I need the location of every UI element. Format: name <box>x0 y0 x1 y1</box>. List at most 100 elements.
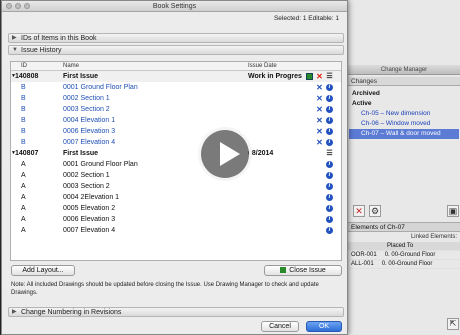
info-icon[interactable]: i <box>326 205 333 212</box>
issue-menu-icon[interactable]: ☰ <box>326 73 333 80</box>
issue-row[interactable]: ▼ 140808 First Issue Work in Progres ✕ ☰ <box>11 71 341 82</box>
placed-to-value: 0. 00-Ground Floor <box>381 261 433 267</box>
info-icon[interactable]: i <box>326 227 333 234</box>
close-issue-button[interactable]: Close Issue <box>264 265 342 276</box>
remove-issue-icon[interactable]: ✕ <box>316 73 323 81</box>
issue-menu-icon[interactable]: ☰ <box>326 150 333 157</box>
header-id[interactable]: ID <box>21 62 27 71</box>
video-play-icon[interactable] <box>198 127 252 181</box>
info-icon[interactable]: i <box>326 84 333 91</box>
row-id: A <box>21 216 26 223</box>
section-ids-of-items[interactable]: ▶ IDs of Items in this Book <box>8 33 344 43</box>
close-issue-label: Close Issue <box>289 267 326 274</box>
remove-item-icon[interactable]: ✕ <box>316 117 323 125</box>
row-id: A <box>21 161 26 168</box>
change-manager-title: Change Manager <box>347 65 460 75</box>
ok-button[interactable]: OK <box>306 321 342 332</box>
header-name[interactable]: Name <box>63 62 79 71</box>
row-name: 0004 2Elevation 1 <box>63 194 120 201</box>
issue-status-icon <box>280 267 287 273</box>
table-row[interactable]: B 0004 Elevation 1 ✕ i <box>11 115 341 126</box>
placed-row[interactable]: ALL-001 0. 00-Ground Floor <box>347 260 460 269</box>
row-id: B <box>21 117 26 124</box>
row-name: 0003 Section 2 <box>63 183 110 190</box>
row-name: 0004 Elevation 1 <box>63 117 116 124</box>
zoom-window-icon[interactable] <box>24 3 30 9</box>
element-id: OOR-001 <box>351 252 377 258</box>
section-label: IDs of Items in this Book <box>21 35 97 42</box>
table-row[interactable]: A 0002 Section 1 i <box>11 170 341 181</box>
section-change-numbering[interactable]: ▶ Change Numbering in Revisions <box>8 307 344 317</box>
row-name: First Issue <box>63 73 99 80</box>
settings-icon[interactable]: ⚙ <box>369 205 381 217</box>
table-row[interactable]: A 0006 Elevation 3 i <box>11 214 341 225</box>
window-title: Book Settings <box>152 3 197 10</box>
info-icon[interactable]: i <box>326 139 333 146</box>
remove-item-icon[interactable]: ✕ <box>316 106 323 114</box>
row-name: 0007 Elevation 4 <box>63 227 116 234</box>
table-row[interactable]: A 0007 Elevation 4 i <box>11 225 341 236</box>
panel-options-icon[interactable]: ▣ <box>447 205 459 217</box>
row-name: 0002 Section 1 <box>63 95 110 102</box>
remove-item-icon[interactable]: ✕ <box>316 139 323 147</box>
table-row[interactable]: B 0002 Section 1 ✕ i <box>11 93 341 104</box>
placed-to-table: Placed To OOR-001 0. 00-Ground Floor ALL-00… <box>347 242 460 269</box>
section-label: Issue History <box>21 47 62 54</box>
row-id: A <box>21 194 26 201</box>
table-row[interactable]: A 0003 Section 2 i <box>11 181 341 192</box>
row-name: 0006 Elevation 3 <box>63 216 116 223</box>
row-name: 0001 Ground Floor Plan <box>63 84 138 91</box>
header-issue-date[interactable]: Issue Date <box>248 62 277 71</box>
minimize-window-icon[interactable] <box>15 3 21 9</box>
table-row[interactable]: B 0001 Ground Floor Plan ✕ i <box>11 82 341 93</box>
element-id: ALL-001 <box>351 261 374 267</box>
info-icon[interactable]: i <box>326 161 333 168</box>
info-icon[interactable]: i <box>326 117 333 124</box>
info-icon[interactable]: i <box>326 216 333 223</box>
info-icon[interactable]: i <box>326 95 333 102</box>
row-id: A <box>21 205 26 212</box>
remove-item-icon[interactable]: ✕ <box>316 84 323 92</box>
table-row[interactable]: A 0005 Elevation 2 i <box>11 203 341 214</box>
section-label: Change Numbering in Revisions <box>21 309 122 316</box>
book-settings-dialog: Book Settings Selected: 1 Editable: 1 ▶ … <box>1 0 348 335</box>
add-layout-button[interactable]: Add Layout... <box>11 265 75 276</box>
tree-item-change[interactable]: Ch-07 – Wall & door moved <box>349 129 459 139</box>
changes-tree: Archived Active Ch-05 – New dimension Ch-06… <box>349 89 459 139</box>
info-icon[interactable]: i <box>326 183 333 190</box>
selection-info: Selected: 1 Editable: 1 <box>273 15 339 22</box>
cancel-button[interactable]: Cancel <box>261 321 299 332</box>
placed-to-header: Placed To <box>347 242 460 251</box>
collapsed-triangle-icon: ▶ <box>12 35 17 41</box>
row-id: B <box>21 95 26 102</box>
issue-row[interactable]: ▼ 140807 First Issue 08/2014 ☰ <box>11 148 341 159</box>
table-row[interactable]: A 0001 Ground Floor Plan i <box>11 159 341 170</box>
close-window-icon[interactable] <box>6 3 12 9</box>
delete-change-icon[interactable]: ✕ <box>353 205 365 217</box>
row-id: 140808 <box>15 73 39 80</box>
table-row[interactable]: A 0004 2Elevation 1 i <box>11 192 341 203</box>
row-name: 0003 Section 2 <box>63 106 110 113</box>
row-id: A <box>21 183 26 190</box>
remove-item-icon[interactable]: ✕ <box>316 128 323 136</box>
issue-note: Note: All included Drawings should be up… <box>11 282 319 296</box>
tree-group[interactable]: Active <box>349 99 459 109</box>
issue-status-icon <box>306 73 313 80</box>
tree-item-change[interactable]: Ch-05 – New dimension <box>349 109 459 119</box>
panel-bottom-icon[interactable]: ⇱ <box>447 318 459 330</box>
row-name: 0006 Elevation 3 <box>63 128 116 135</box>
placed-row[interactable]: OOR-001 0. 00-Ground Floor <box>347 251 460 260</box>
info-icon[interactable]: i <box>326 106 333 113</box>
info-icon[interactable]: i <box>326 194 333 201</box>
row-id: B <box>21 128 26 135</box>
table-row[interactable]: B 0006 Elevation 3 ✕ i <box>11 126 341 137</box>
tree-group[interactable]: Archived <box>349 89 459 99</box>
change-manager-panel: Change Manager Changes Archived Active Ch-… <box>346 0 460 335</box>
tree-item-change[interactable]: Ch-06 – Window moved <box>349 119 459 129</box>
section-issue-history[interactable]: ▼ Issue History <box>8 45 344 55</box>
remove-item-icon[interactable]: ✕ <box>316 95 323 103</box>
info-icon[interactable]: i <box>326 128 333 135</box>
table-row[interactable]: B 0003 Section 2 ✕ i <box>11 104 341 115</box>
table-row[interactable]: B 0007 Elevation 4 ✕ i <box>11 137 341 148</box>
info-icon[interactable]: i <box>326 172 333 179</box>
